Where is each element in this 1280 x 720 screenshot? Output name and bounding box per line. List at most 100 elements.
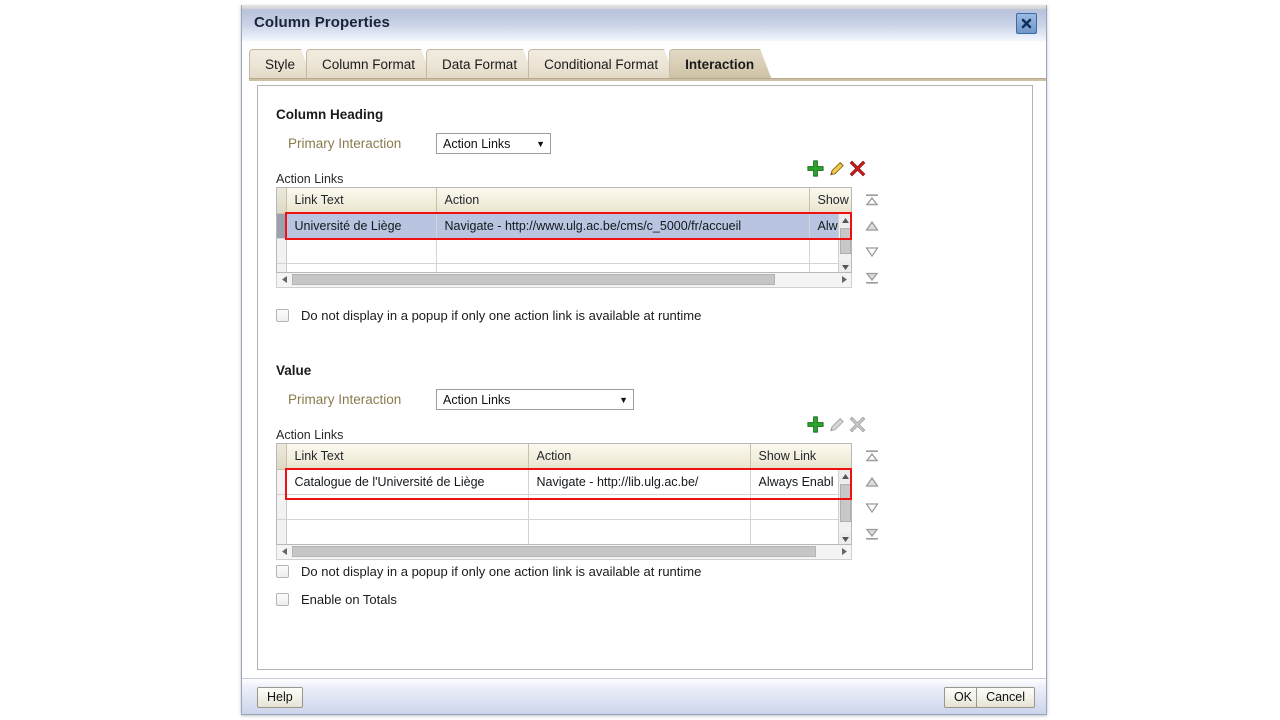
close-icon [1021,18,1032,29]
tab-column-format[interactable]: Column Format [306,49,432,78]
column-heading-action-links-table: Link Text Action Show Université de Lièg… [277,188,851,272]
triangle-left-icon [281,276,287,283]
value-section-title: Value [276,363,312,378]
col-action[interactable]: Action [528,444,751,470]
cell-action [436,238,810,264]
dialog-title: Column Properties [254,14,390,31]
table-horizontal-scrollbar[interactable] [276,273,852,288]
scroll-up-arrow[interactable] [839,214,851,227]
move-to-top-button[interactable] [862,187,882,213]
scroll-right-arrow[interactable] [837,545,851,558]
table-row[interactable] [277,494,851,520]
column-heading-primary-interaction-label: Primary Interaction [288,136,402,151]
column-heading-popup-checkbox[interactable] [276,309,289,322]
table-row[interactable] [277,238,851,264]
triangle-down-icon [842,265,849,270]
column-heading-primary-interaction-value: Action Links [443,136,511,151]
table-horizontal-scrollbar[interactable] [276,545,852,560]
scroll-up-arrow[interactable] [839,470,851,483]
value-popup-checkbox-row: Do not display in a popup if only one ac… [276,564,701,579]
scroll-left-arrow[interactable] [277,273,291,286]
cell-link-text: Université de Liège [286,213,437,239]
scroll-down-arrow[interactable] [839,261,851,272]
cell-action [528,494,751,520]
horizontal-scroll-thumb[interactable] [292,274,775,285]
scroll-down-arrow[interactable] [839,533,851,544]
cell-link-text [286,494,529,520]
add-icon[interactable] [806,159,825,178]
move-to-bottom-button[interactable] [862,265,882,291]
move-down-icon [865,247,879,257]
value-action-links-label: Action Links [276,428,344,442]
scroll-right-arrow[interactable] [837,273,851,286]
dialog-titlebar: Column Properties [242,5,1046,43]
column-heading-action-links-label: Action Links [276,172,344,186]
row-selector[interactable] [277,213,287,239]
value-totals-checkbox-row: Enable on Totals [276,592,397,607]
move-to-top-icon [865,194,879,206]
add-icon[interactable] [806,415,825,434]
tab-data-format[interactable]: Data Format [426,49,534,78]
cell-action [436,263,810,272]
col-action[interactable]: Action [436,188,810,214]
tab-conditional-format[interactable]: Conditional Format [528,49,675,78]
delete-icon[interactable] [848,159,867,178]
row-selector[interactable] [277,519,287,544]
dialog-footer: Help OK Cancel [242,678,1046,714]
help-button[interactable]: Help [257,687,303,708]
cell-action: Navigate - http://www.ulg.ac.be/cms/c_50… [436,213,810,239]
row-selector[interactable] [277,263,287,272]
column-heading-primary-interaction-select[interactable]: Action Links ▼ [436,133,551,154]
col-link-text[interactable]: Link Text [286,188,437,214]
table-row[interactable] [277,519,851,544]
triangle-right-icon [841,276,847,283]
triangle-down-icon [842,537,849,542]
row-selector[interactable] [277,238,287,264]
edit-icon[interactable] [827,159,846,178]
interaction-panel: Column Heading Primary Interaction Actio… [257,85,1033,670]
move-down-button[interactable] [862,239,882,265]
value-popup-checkbox[interactable] [276,565,289,578]
cell-show-link: Always Enabl [750,469,851,495]
titlebar-top-edge [242,5,1046,9]
move-to-top-icon [865,450,879,462]
cancel-button[interactable]: Cancel [976,687,1035,708]
move-up-button[interactable] [862,469,882,495]
table-row[interactable]: Catalogue de l'Université de Liège Navig… [277,469,851,495]
move-down-button[interactable] [862,495,882,521]
triangle-up-icon [842,218,849,223]
row-selector[interactable] [277,469,287,495]
vertical-scroll-thumb[interactable] [840,228,851,254]
tab-style[interactable]: Style [249,49,312,78]
value-primary-interaction-value: Action Links [443,392,511,407]
col-show-link[interactable]: Show Link [750,444,851,470]
move-down-icon [865,503,879,513]
col-link-text[interactable]: Link Text [286,444,529,470]
horizontal-scroll-thumb[interactable] [292,546,816,557]
col-show-link[interactable]: Show [809,188,851,214]
tab-interaction[interactable]: Interaction [669,49,771,78]
close-button[interactable] [1016,13,1037,34]
table-header-row: Link Text Action Show Link [277,444,851,470]
value-primary-interaction-select[interactable]: Action Links ▼ [436,389,634,410]
vertical-scroll-thumb[interactable] [840,484,851,522]
table-vertical-scrollbar[interactable] [838,214,851,272]
table-header-row: Link Text Action Show [277,188,851,214]
move-up-icon [865,221,879,231]
tab-strip: Style Column Format Data Format Conditio… [242,49,1046,81]
move-to-bottom-icon [865,272,879,284]
delete-icon [849,416,866,433]
move-to-top-button[interactable] [862,443,882,469]
cell-action [528,519,751,544]
table-row[interactable]: Université de Liège Navigate - http://ww… [277,213,851,239]
row-selector[interactable] [277,494,287,520]
value-totals-checkbox[interactable] [276,593,289,606]
cell-action: Navigate - http://lib.ulg.ac.be/ [528,469,751,495]
table-vertical-scrollbar[interactable] [838,470,851,544]
column-heading-move-buttons [860,187,884,291]
move-to-bottom-button[interactable] [862,521,882,547]
scroll-left-arrow[interactable] [277,545,291,558]
value-popup-checkbox-label: Do not display in a popup if only one ac… [301,564,702,579]
move-up-button[interactable] [862,213,882,239]
table-row[interactable] [277,263,851,272]
